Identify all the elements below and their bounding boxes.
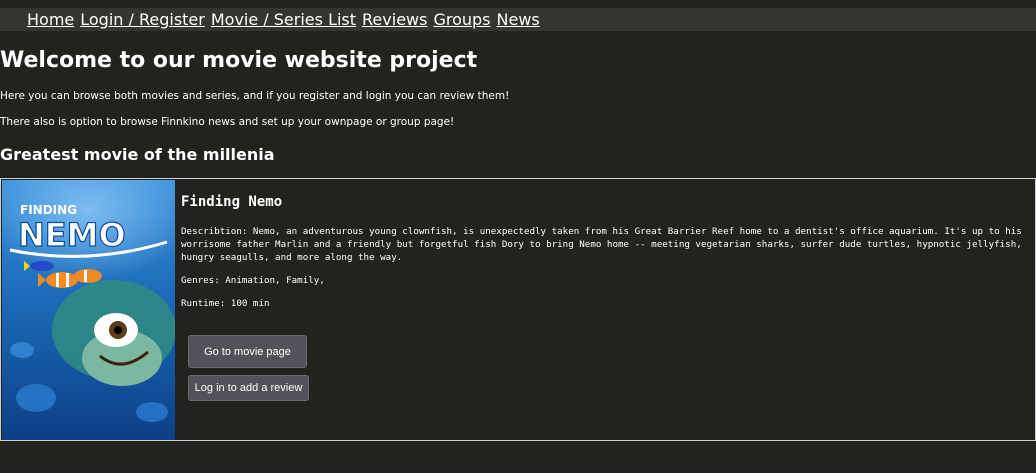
movie-runtime: Runtime: 100 min	[181, 298, 270, 309]
nav-news-link[interactable]: News	[497, 10, 540, 29]
nav-home-link[interactable]: Home	[27, 10, 74, 29]
poster-title-bottom: NEMO	[18, 216, 126, 254]
page-title: Welcome to our movie website project	[0, 48, 478, 73]
featured-movie-card: FINDING NEMO Finding Nemo Describtion: N…	[0, 178, 1036, 441]
nav-login-register-link[interactable]: Login / Register	[80, 10, 205, 29]
intro-text-1: Here you can browse both movies and seri…	[0, 90, 510, 102]
movie-poster: FINDING NEMO	[2, 180, 175, 440]
movie-title: Finding Nemo	[181, 194, 283, 210]
nav-movie-series-list-link[interactable]: Movie / Series List	[211, 10, 356, 29]
login-to-add-review-button[interactable]: Log in to add a review	[188, 375, 309, 401]
movie-description: Describtion: Nemo, an adventurous young …	[181, 226, 1022, 263]
featured-section-title: Greatest movie of the millenia	[0, 145, 275, 164]
intro-text-2: There also is option to browse Finnkino …	[0, 116, 455, 128]
navbar: Home Login / Register Movie / Series Lis…	[0, 8, 1036, 31]
top-strip	[0, 0, 1036, 8]
movie-genres: Genres: Animation, Family,	[181, 275, 325, 286]
go-to-movie-page-button[interactable]: Go to movie page	[188, 335, 307, 368]
nav-reviews-link[interactable]: Reviews	[362, 10, 427, 29]
nav-groups-link[interactable]: Groups	[433, 10, 490, 29]
nav-links: Home Login / Register Movie / Series Lis…	[27, 8, 546, 31]
poster-title-top: FINDING	[20, 203, 77, 217]
